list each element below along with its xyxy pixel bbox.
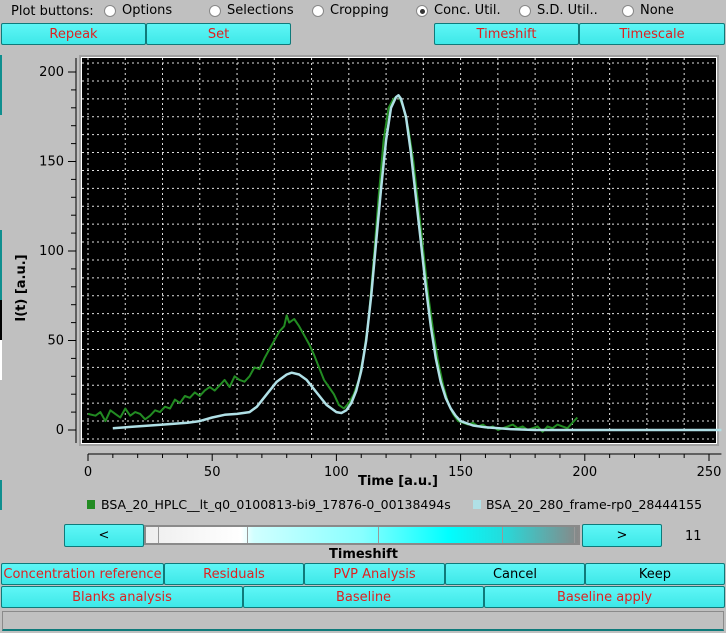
x-tick-label: 250 [697,465,722,480]
x-tick-label: 200 [572,465,597,480]
radio-options[interactable]: Options [104,3,172,18]
radio-conc-util[interactable]: Conc. Util. [416,3,501,18]
y-axis-label: I(t) [a.u.] [14,254,29,321]
timeshift-button[interactable]: Timeshift [434,23,579,45]
slider-segment-divider [378,527,379,543]
radio-sd-util[interactable]: S.D. Util.. [519,3,598,18]
legend-label-series1: BSA_20_HPLC__lt_q0_0100813-bi9_17876-0_0… [101,497,451,512]
x-tick-label: 0 [84,465,92,480]
concentration-reference-button[interactable]: Concentration reference [1,563,164,585]
x-tick-label: 100 [324,465,349,480]
baseline-button[interactable]: Baseline [243,586,484,608]
cancel-button[interactable]: Cancel [445,563,585,585]
x-axis-label: Time [a.u.] [358,474,438,489]
plot-buttons-label: Plot buttons: [11,4,94,19]
slider-segment-divider [247,527,248,543]
legend-label-series2: BSA_20_280_frame-rp0_28444155 [486,497,702,512]
x-tick-label: 150 [448,465,473,480]
slider-segment-divider [158,527,159,543]
baseline-apply-button[interactable]: Baseline apply [484,586,725,608]
chart-legend: BSA_20_HPLC__lt_q0_0100813-bi9_17876-0_0… [87,497,702,512]
radio-selected-icon [416,4,428,17]
radio-circle-icon [622,4,634,17]
radio-circle-icon [209,4,221,17]
radio-none[interactable]: None [622,3,674,18]
blanks-analysis-button[interactable]: Blanks analysis [1,586,243,608]
residuals-button[interactable]: Residuals [164,563,304,585]
slider-handle[interactable] [574,527,575,543]
set-button[interactable]: Set [146,23,291,45]
timeshift-slider[interactable] [144,525,580,545]
y-tick-label: 200 [39,65,64,80]
intensity-chart[interactable]: 0501001502000 50 100 150 200 250 I(t) [a.u.] … [0,50,726,520]
y-tick-label: 0 [56,423,64,438]
timeshift-prev-button[interactable]: < [64,524,144,547]
radio-cropping[interactable]: Cropping [312,3,389,18]
timeshift-value: 11 [685,529,702,544]
legend-swatch-series1 [87,500,95,509]
radio-circle-icon [312,4,324,17]
legend-swatch-series2 [473,500,481,509]
radio-circle-icon [104,4,116,17]
y-tick-label: 100 [39,244,64,259]
pvp-analysis-button[interactable]: PVP Analysis [304,563,445,585]
y-tick-label: 50 [47,334,64,349]
y-tick-label: 150 [39,155,64,170]
slider-caption: Timeshift [329,547,399,562]
repeak-button[interactable]: Repeak [1,23,146,45]
timescale-button[interactable]: Timescale [579,23,725,45]
radio-circle-icon [519,4,531,17]
slider-segment-divider [502,527,503,543]
radio-selections[interactable]: Selections [209,3,294,18]
x-tick-label: 50 [204,465,221,480]
keep-button[interactable]: Keep [585,563,725,585]
plot-buttons-radio-group: Plot buttons: Options Selections Croppin… [0,3,726,21]
status-bar [2,611,724,631]
timeshift-next-button[interactable]: > [582,524,662,547]
